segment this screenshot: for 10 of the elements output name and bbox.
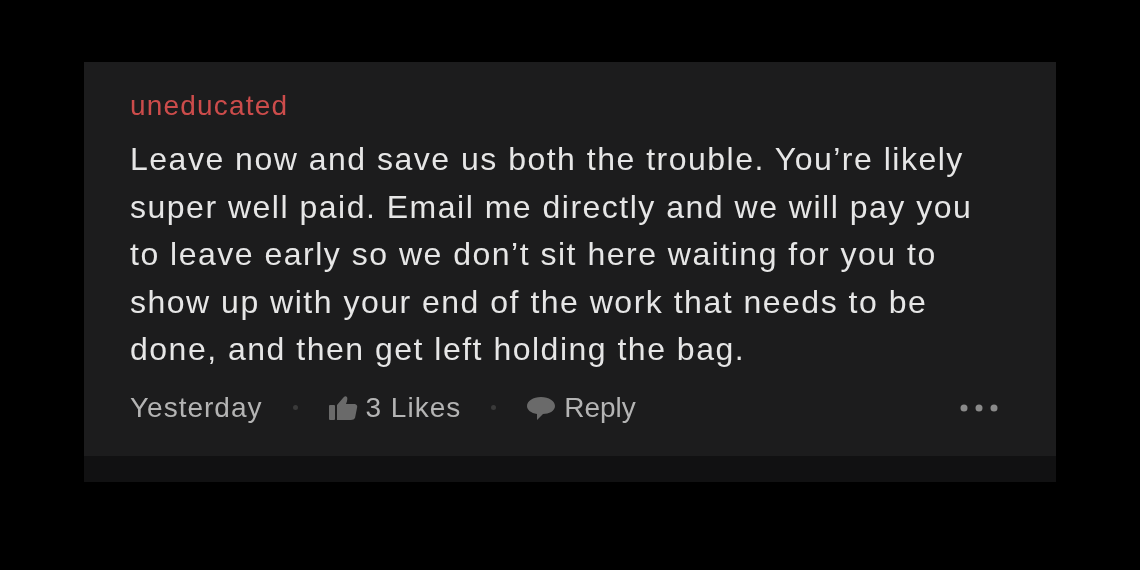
username: uneducated — [130, 90, 290, 122]
timestamp: Yesterday — [130, 391, 263, 424]
thumbs-up-icon[interactable] — [327, 394, 358, 421]
likes-count: 3 Likes — [365, 391, 462, 424]
comment-text: Leave now and save us both the trouble. You’re likely super well paid. Email me directly and we will pay you to leave early so we don’t sit here waiting for you to show up with your end of the work that needs to be done, and then get left holding the bag. — [130, 140, 974, 369]
separator-dot — [491, 405, 497, 410]
separator-dot — [292, 405, 298, 410]
more-options-icon[interactable] — [960, 403, 998, 412]
speech-bubble-icon — [526, 394, 557, 421]
reply-button[interactable]: Reply — [526, 391, 636, 424]
